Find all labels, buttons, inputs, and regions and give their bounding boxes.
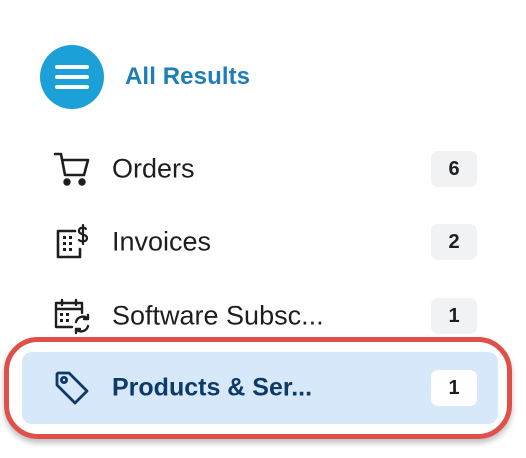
nav-item-label: Products & Ser...	[112, 373, 313, 402]
count-badge: 1	[431, 298, 477, 334]
menu-button[interactable]	[40, 45, 104, 109]
nav-item-products-services[interactable]: Products & Ser... 1	[0, 358, 526, 418]
count-badge: 6	[431, 151, 477, 187]
price-tag-icon	[52, 368, 92, 408]
count-badge: 1	[431, 370, 477, 406]
shopping-cart-icon	[52, 149, 92, 189]
nav-item-invoices[interactable]: Invoices 2	[0, 212, 526, 272]
results-header: All Results	[40, 44, 250, 110]
count-badge: 2	[431, 224, 477, 260]
hamburger-menu-icon	[55, 65, 89, 89]
nav-item-label: Orders	[112, 153, 195, 184]
all-results-link[interactable]: All Results	[125, 63, 250, 91]
nav-item-orders[interactable]: Orders 6	[0, 139, 526, 199]
nav-item-label: Software Subsc...	[112, 300, 324, 331]
search-results-nav-panel: All Results Orders 6 Invoices 2 Software…	[0, 0, 526, 458]
nav-item-label: Invoices	[112, 226, 212, 257]
invoice-dollar-icon	[52, 222, 92, 262]
calendar-refresh-icon	[52, 296, 92, 336]
